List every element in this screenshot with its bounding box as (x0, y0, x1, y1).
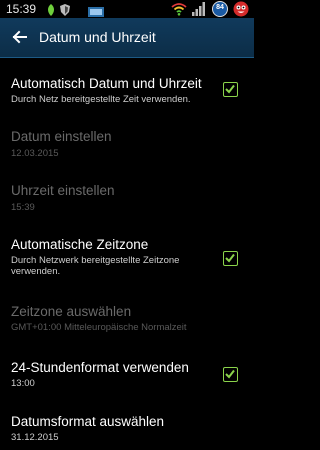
item-summary: 13:00 (11, 378, 35, 389)
auto-timezone-item[interactable]: Automatische Zeitzone Durch Netzwerk ber… (0, 220, 254, 292)
item-title: 24-Stundenformat verwenden (11, 360, 189, 375)
item-title: Datumsformat auswählen (11, 414, 165, 429)
auto-datetime-checkbox[interactable] (223, 82, 238, 97)
item-summary: Durch Netz bereitgestellte Zeit verwende… (11, 94, 191, 105)
settings-list: Automatisch Datum und Uhrzeit Durch Netz… (0, 58, 254, 450)
item-summary: GMT+01:00 Mitteleuropäische Normalzeit (11, 322, 187, 333)
status-time: 15:39 (6, 2, 37, 16)
date-format-item[interactable]: Datumsformat auswählen 31.12.2015 (0, 394, 254, 450)
item-title: Automatische Zeitzone (11, 237, 149, 252)
item-title: Uhrzeit einstellen (11, 183, 115, 198)
auto-datetime-item[interactable]: Automatisch Datum und Uhrzeit Durch Netz… (0, 58, 254, 112)
item-title: Zeitzone auswählen (11, 304, 132, 319)
format-24h-checkbox[interactable] (223, 367, 238, 382)
arrow-back-icon[interactable] (10, 27, 30, 47)
item-summary: 15:39 (11, 202, 35, 213)
battery-level: 84 (216, 4, 224, 11)
format-24h-item[interactable]: 24-Stundenformat verwenden 13:00 (0, 340, 254, 394)
page-title: Datum und Uhrzeit (39, 29, 156, 45)
item-summary: 12.03.2015 (11, 148, 59, 159)
auto-timezone-checkbox[interactable] (223, 251, 238, 266)
action-bar: Datum und Uhrzeit (0, 18, 254, 58)
set-date-item: Datum einstellen 12.03.2015 (0, 112, 254, 166)
item-title: Datum einstellen (11, 129, 112, 144)
select-timezone-item: Zeitzone auswählen GMT+01:00 Mitteleurop… (0, 284, 254, 338)
set-time-item: Uhrzeit einstellen 15:39 (0, 166, 254, 220)
status-bar: 15:39 84 (0, 0, 254, 18)
item-summary: Durch Netzwerk bereitgestellte Zeitzone … (11, 255, 180, 277)
item-title: Automatisch Datum und Uhrzeit (11, 76, 202, 91)
item-summary: 31.12.2015 (11, 432, 59, 443)
